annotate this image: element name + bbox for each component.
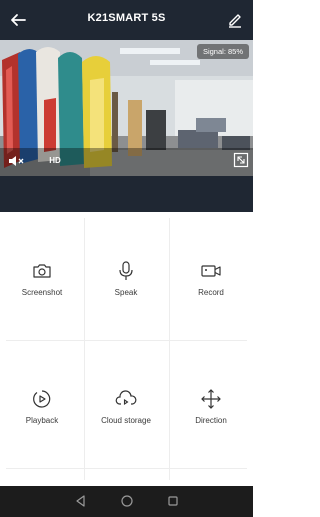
mute-button[interactable]	[8, 154, 26, 168]
speaker-mute-icon	[9, 156, 24, 166]
back-arrow-icon	[11, 14, 26, 26]
playback-button[interactable]: Playback	[0, 340, 84, 468]
control-label: Speak	[114, 288, 138, 297]
nav-home-button[interactable]	[120, 494, 134, 508]
edit-pencil-icon	[229, 14, 241, 28]
screenshot-button[interactable]: Screenshot	[0, 212, 84, 340]
microphone-icon	[119, 261, 133, 280]
cloud-storage-icon	[115, 390, 137, 406]
fullscreen-icon	[233, 152, 249, 168]
back-button[interactable]	[6, 8, 30, 32]
nav-recents-icon	[168, 496, 178, 506]
nav-back-button[interactable]	[74, 494, 88, 508]
camera-video-feed[interactable]: Signal: 85% HD	[0, 40, 253, 176]
signal-strength-badge: Signal: 85%	[196, 44, 249, 59]
control-label: Playback	[25, 416, 59, 425]
playback-icon	[33, 390, 51, 408]
camera-scene-image	[0, 40, 253, 176]
nav-home-icon	[121, 495, 133, 507]
direction-button[interactable]: Direction	[169, 340, 253, 468]
control-label: Screenshot	[21, 288, 63, 297]
fullscreen-button[interactable]	[233, 152, 249, 168]
system-navigation-bar	[0, 486, 253, 517]
speak-button[interactable]: Speak	[84, 212, 168, 340]
hd-quality-button[interactable]: HD	[45, 154, 65, 168]
control-label: Cloud storage	[101, 416, 151, 425]
app-header: K21SMART 5S	[0, 0, 253, 40]
camera-icon	[33, 264, 51, 278]
grid-divider	[6, 468, 247, 469]
control-label: Record	[198, 288, 224, 297]
control-label: Direction	[195, 416, 227, 425]
direction-arrows-icon	[201, 389, 221, 409]
video-bottom-band	[0, 176, 253, 212]
controls-grid: Screenshot Speak Record Playback Cloud s…	[0, 212, 253, 486]
nav-recents-button[interactable]	[166, 494, 180, 508]
page-title: K21SMART 5S	[87, 12, 166, 24]
edit-button[interactable]	[225, 9, 245, 29]
nav-back-icon	[76, 495, 85, 507]
cloud-storage-button[interactable]: Cloud storage	[84, 340, 168, 468]
video-record-icon	[201, 265, 221, 277]
record-button[interactable]: Record	[169, 212, 253, 340]
